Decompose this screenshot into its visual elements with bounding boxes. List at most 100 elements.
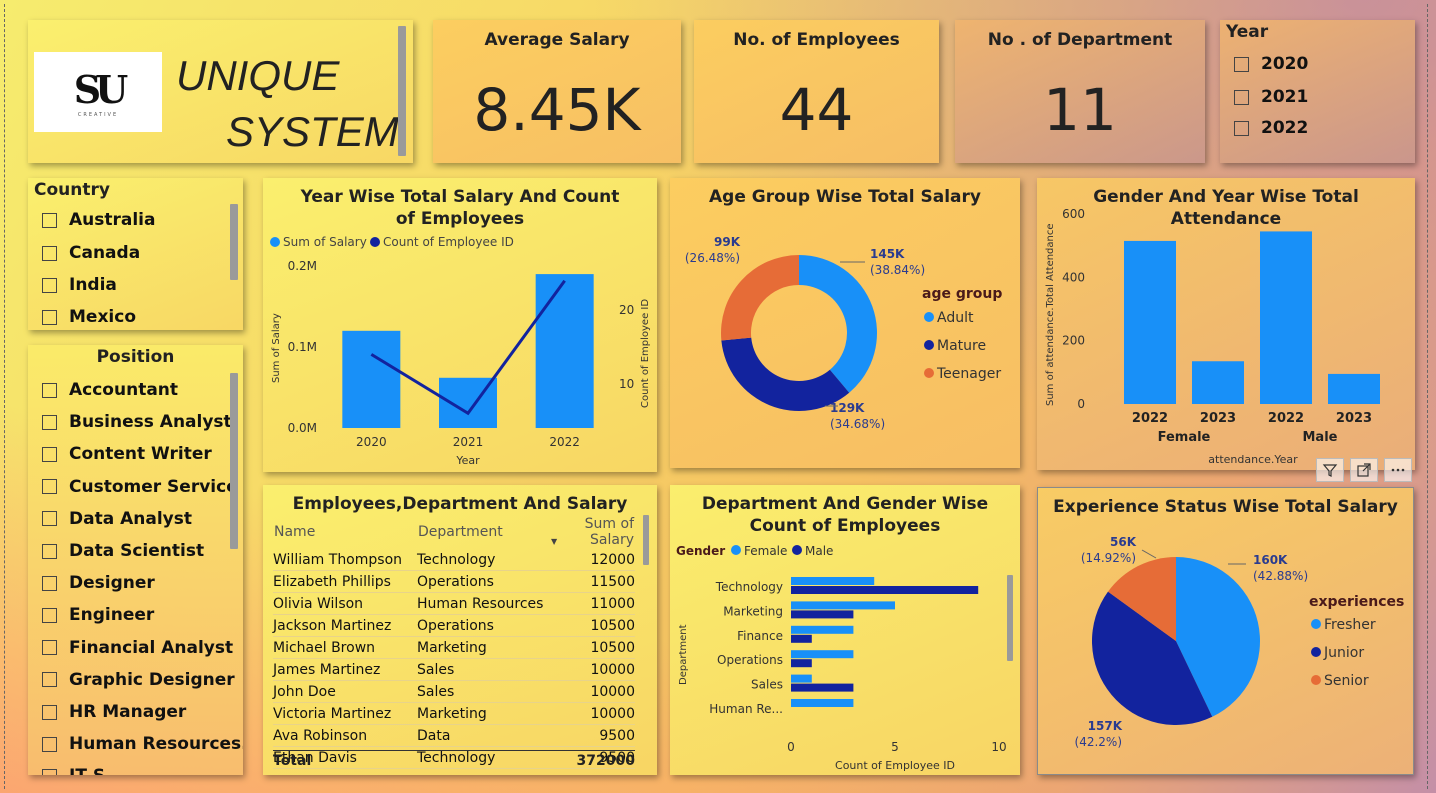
checkbox-icon[interactable] (42, 736, 57, 752)
slice-value-label: 56K (1110, 535, 1137, 549)
kpi-value: 8.45K (473, 76, 641, 144)
table-cell: Operations (417, 614, 549, 637)
position-option[interactable]: Customer Service .. (42, 477, 243, 497)
brand-scrollbar[interactable] (398, 26, 406, 156)
y-tick-label: Finance (737, 629, 783, 643)
legend-label: Count of Employee ID (383, 235, 514, 249)
position-option[interactable]: Data Scientist (42, 541, 204, 561)
y-tick-label: Marketing (723, 604, 783, 618)
position-option[interactable]: Human Resources... (42, 734, 243, 754)
position-option[interactable]: Content Writer (42, 444, 212, 464)
table-row[interactable]: James Martinez Sales 10000 (273, 658, 635, 681)
bar-female (791, 699, 854, 707)
checkbox-icon[interactable] (42, 479, 57, 495)
legend-label: Adult (937, 310, 974, 326)
position-option[interactable]: Graphic Designer (42, 670, 235, 690)
group-label: Male (1303, 430, 1338, 445)
table-total-row: Total 372000 (273, 750, 635, 769)
checkbox-icon[interactable] (42, 704, 57, 720)
legend-marker (270, 237, 280, 247)
experience-pie-chart: 160K (42.88%) 157K (42.2%) 56K (14.92%) experi… (1075, 535, 1405, 749)
year-option-2020[interactable]: 2020 (1234, 54, 1308, 74)
year-salary-chart: Sum of Salary Count of Employee ID 0.0M 0.1… (270, 235, 651, 467)
table-row[interactable]: John Doe Sales 10000 (273, 680, 635, 703)
employees-table: Name Department Sum of Salary ▼ William T… (273, 515, 635, 769)
checkbox-icon[interactable] (42, 446, 57, 462)
country-option[interactable]: Mexico (42, 307, 136, 327)
x-axis-label: attendance.Year (1208, 453, 1298, 466)
position-option[interactable]: Business Analyst (42, 412, 232, 432)
checkbox-icon[interactable] (42, 511, 57, 527)
more-options-icon[interactable] (1384, 458, 1412, 482)
checkbox-icon[interactable] (42, 607, 57, 623)
table-row[interactable]: William Thompson Technology 12000 (273, 549, 635, 571)
donut-slice (721, 255, 799, 341)
checkbox-icon[interactable] (42, 414, 57, 430)
kpi-title: No. of Employees (733, 30, 900, 50)
position-option[interactable]: IT S (42, 766, 105, 775)
position-slicer-title: Position (96, 347, 175, 367)
position-option[interactable]: HR Manager (42, 702, 186, 722)
position-option[interactable]: Designer (42, 573, 155, 593)
table-row[interactable]: Michael Brown Marketing 10500 (273, 636, 635, 659)
legend-marker (370, 237, 380, 247)
position-option[interactable]: Financial Analyst (42, 638, 233, 658)
table-row[interactable]: Jackson Martinez Operations 10500 (273, 614, 635, 637)
position-option-label: Data Scientist (69, 541, 205, 561)
table-cell: Jackson Martinez (273, 614, 417, 637)
slice-percent-label: (42.2%) (1075, 735, 1122, 749)
checkbox-icon[interactable] (42, 212, 57, 228)
slice-percent-label: (42.88%) (1253, 569, 1308, 583)
checkbox-icon[interactable] (1234, 89, 1249, 105)
position-option-label: IT S (69, 766, 105, 775)
brand-line-2: SYSTEM (226, 108, 399, 155)
table-cell: Marketing (417, 702, 549, 725)
focus-mode-icon[interactable] (1350, 458, 1378, 482)
legend-marker (792, 545, 802, 555)
table-scrollbar[interactable] (643, 515, 649, 565)
checkbox-icon[interactable] (1234, 120, 1249, 136)
attendance-chart-card: Gender And Year Wise Total Attendance 02… (1037, 178, 1415, 470)
country-option[interactable]: Canada (42, 243, 140, 263)
position-option[interactable]: Data Analyst (42, 509, 192, 529)
position-option[interactable]: Engineer (42, 605, 154, 625)
country-option[interactable]: India (42, 275, 117, 295)
legend-marker (924, 312, 934, 322)
country-scrollbar[interactable] (230, 204, 238, 280)
table-row[interactable]: Elizabeth Phillips Operations 11500 (273, 570, 635, 593)
table-cell: Sales (417, 680, 549, 703)
country-option[interactable]: Australia (42, 210, 156, 230)
dept-chart-scrollbar[interactable] (1007, 575, 1013, 661)
checkbox-icon[interactable] (42, 309, 57, 325)
position-option-label: Financial Analyst (69, 637, 234, 658)
table-header-department[interactable]: Department (417, 515, 549, 549)
checkbox-icon[interactable] (42, 768, 57, 775)
checkbox-icon[interactable] (42, 640, 57, 656)
position-scrollbar[interactable] (230, 373, 238, 549)
table-row[interactable]: Olivia Wilson Human Resources 11000 (273, 592, 635, 615)
y-tick-label: 600 (1062, 207, 1085, 221)
year-option-2022[interactable]: 2022 (1234, 118, 1308, 138)
position-option[interactable]: Accountant (42, 380, 178, 400)
y2-axis-label: Count of Employee ID (640, 299, 651, 408)
position-option-label: Engineer (69, 605, 155, 626)
legend-label: Fresher (1324, 617, 1376, 633)
legend-marker (924, 340, 934, 350)
employees-table-card: Employees,Department And Salary Name Dep… (263, 485, 657, 775)
table-row[interactable]: Victoria Martinez Marketing 10000 (273, 702, 635, 725)
checkbox-icon[interactable] (42, 382, 57, 398)
checkbox-icon[interactable] (42, 277, 57, 293)
checkbox-icon[interactable] (42, 575, 57, 591)
table-header-name[interactable]: Name (273, 515, 417, 549)
checkbox-icon[interactable] (42, 245, 57, 261)
table-row[interactable]: Ava Robinson Data 9500 (273, 724, 635, 747)
table-header-salary[interactable]: Sum of Salary ▼ (549, 515, 635, 549)
year-option-2021[interactable]: 2021 (1234, 87, 1308, 107)
legend-label: Female (744, 544, 787, 558)
filter-icon[interactable] (1316, 458, 1344, 482)
checkbox-icon[interactable] (1234, 56, 1249, 72)
checkbox-icon[interactable] (42, 672, 57, 688)
checkbox-icon[interactable] (42, 543, 57, 559)
x-tick-label: 2021 (453, 435, 484, 449)
legend-label: Mature (937, 338, 986, 354)
